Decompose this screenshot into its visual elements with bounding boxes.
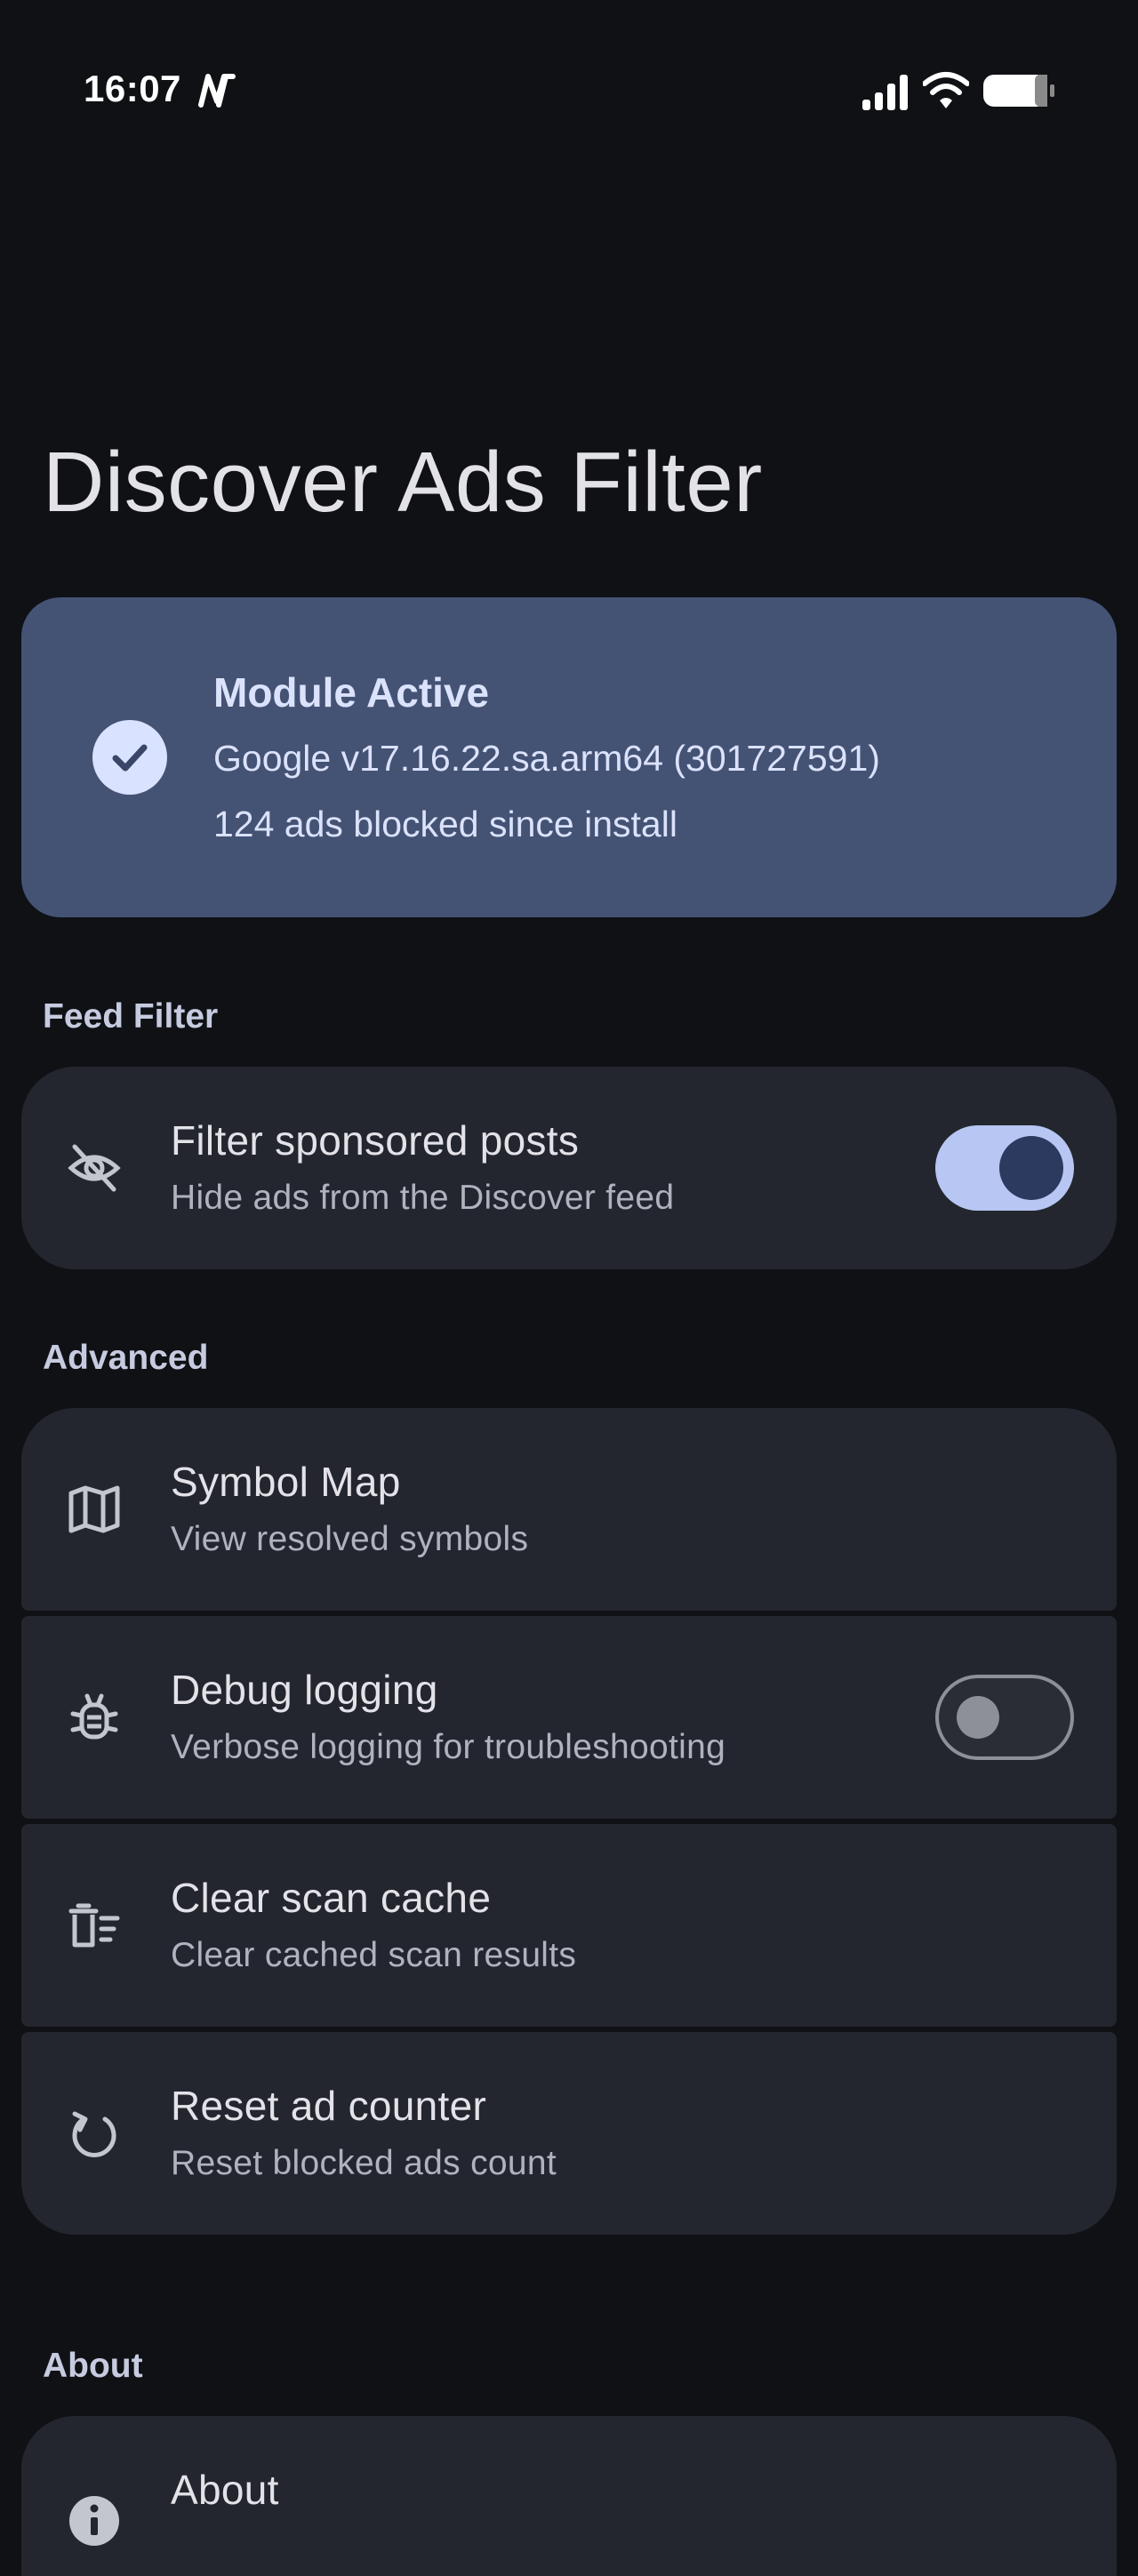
- row-subtitle: View resolved symbols: [171, 1520, 529, 1558]
- row-title: Clear scan cache: [171, 1875, 492, 1921]
- module-version: Google v17.16.22.sa.arm64 (301727591): [213, 738, 880, 779]
- debug-logging-toggle[interactable]: [935, 1675, 1074, 1760]
- section-label-advanced: Advanced: [43, 1339, 209, 1377]
- toggle-knob: [999, 1136, 1063, 1200]
- wifi-icon: [923, 72, 969, 108]
- map-icon: [68, 1485, 120, 1533]
- section-label-feed-filter: Feed Filter: [43, 997, 219, 1036]
- row-title: Debug logging: [171, 1667, 438, 1713]
- symbol-map-row[interactable]: Symbol Map View resolved symbols: [21, 1408, 1117, 1611]
- check-circle-icon: [92, 720, 167, 795]
- module-status-title: Module Active: [213, 669, 490, 716]
- clear-scan-cache-row[interactable]: Clear scan cache Clear cached scan resul…: [21, 1824, 1117, 2027]
- reset-ad-counter-row[interactable]: Reset ad counter Reset blocked ads count: [21, 2032, 1117, 2235]
- toggle-knob: [957, 1696, 999, 1739]
- row-subtitle: Hide ads from the Discover feed: [171, 1179, 675, 1217]
- bug-icon: [70, 1693, 118, 1740]
- about-row[interactable]: About: [21, 2416, 1117, 2576]
- row-title: About: [171, 2467, 279, 2513]
- reset-icon: [72, 2111, 116, 2157]
- delete-sweep-icon: [68, 1903, 120, 1948]
- module-status-card: Module Active Google v17.16.22.sa.arm64 …: [21, 597, 1117, 917]
- n-notification-icon: [198, 74, 236, 108]
- status-bar: 16:07: [0, 0, 1138, 178]
- status-time: 16:07: [84, 68, 181, 109]
- row-subtitle: Reset blocked ads count: [171, 2144, 557, 2182]
- cell-signal-icon: [862, 75, 908, 110]
- section-label-about: About: [43, 2347, 143, 2385]
- eye-off-icon: [68, 1144, 121, 1192]
- filter-sponsored-posts-row[interactable]: Filter sponsored posts Hide ads from the…: [21, 1067, 1117, 1269]
- info-icon: [69, 2496, 119, 2546]
- ads-blocked-count: 124 ads blocked since install: [213, 804, 677, 844]
- app-title: Discover Ads Filter: [43, 435, 763, 530]
- row-subtitle: Clear cached scan results: [171, 1936, 577, 1974]
- row-subtitle: Verbose logging for troubleshooting: [171, 1728, 726, 1766]
- row-title: Filter sponsored posts: [171, 1117, 580, 1164]
- row-title: Reset ad counter: [171, 2083, 487, 2129]
- debug-logging-row[interactable]: Debug logging Verbose logging for troubl…: [21, 1616, 1117, 1819]
- battery-icon: [983, 75, 1054, 107]
- filter-sponsored-toggle[interactable]: [935, 1125, 1074, 1211]
- row-title: Symbol Map: [171, 1459, 401, 1505]
